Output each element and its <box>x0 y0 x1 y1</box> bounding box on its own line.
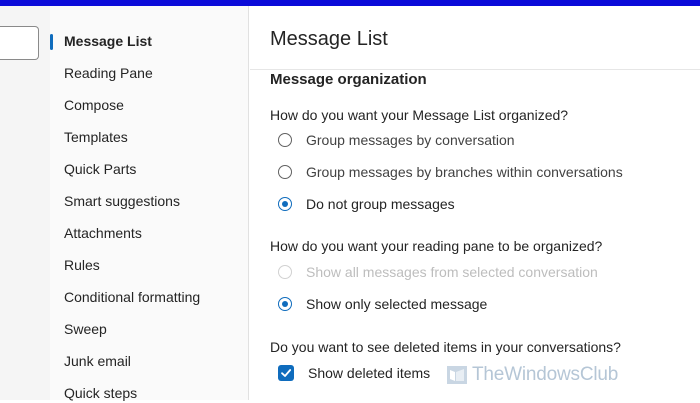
page-title: Message List <box>270 28 388 50</box>
nav-item-sweep[interactable]: Sweep <box>64 319 107 339</box>
watermark: TheWindowsClub <box>446 364 618 386</box>
nav-item-attachments[interactable]: Attachments <box>64 223 142 243</box>
checkbox-checked[interactable] <box>278 365 294 381</box>
nav-item-compose[interactable]: Compose <box>64 95 124 115</box>
nav-item-quick-parts[interactable]: Quick Parts <box>64 159 136 179</box>
nav-item-conditional-formatting[interactable]: Conditional formatting <box>64 287 200 307</box>
question-reading-pane-organization: How do you want your reading pane to be … <box>270 238 603 254</box>
question-message-list-organization: How do you want your Message List organi… <box>270 107 569 123</box>
question-deleted-items: Do you want to see deleted items in your… <box>270 339 621 355</box>
nav-item-smart-suggestions[interactable]: Smart suggestions <box>64 191 180 211</box>
radio-show-all-messages: Show all messages from selected conversa… <box>278 261 598 283</box>
radio-button[interactable] <box>278 165 292 179</box>
watermark-text: TheWindowsClub <box>472 364 619 385</box>
checkbox-show-deleted-items[interactable]: Show deleted items <box>278 362 430 384</box>
section-title: Message organization <box>270 71 427 88</box>
radio-label: Show all messages from selected conversa… <box>306 264 598 280</box>
radio-do-not-group[interactable]: Do not group messages <box>278 193 455 215</box>
nav-item-reading-pane[interactable]: Reading Pane <box>64 63 153 83</box>
radio-label: Do not group messages <box>306 196 455 212</box>
radio-button[interactable] <box>278 133 292 147</box>
radio-button-disabled <box>278 265 292 279</box>
nav-item-junk-email[interactable]: Junk email <box>64 351 131 371</box>
settings-nav: Message List Reading Pane Compose Templa… <box>50 6 249 403</box>
checkbox-label: Show deleted items <box>308 365 431 381</box>
checkmark-icon <box>281 369 292 377</box>
radio-label: Group messages by conversation <box>306 132 515 148</box>
nav-selected-indicator <box>50 34 53 50</box>
radio-group-by-conversation[interactable]: Group messages by conversation <box>278 129 515 151</box>
settings-content: Message List Message organization How do… <box>250 6 700 400</box>
radio-button-checked[interactable] <box>278 297 292 311</box>
nav-item-templates[interactable]: Templates <box>64 127 128 147</box>
left-rail-search-box[interactable] <box>0 26 39 60</box>
radio-label: Group messages by branches within conver… <box>306 164 623 180</box>
nav-item-quick-steps[interactable]: Quick steps <box>64 383 137 403</box>
radio-group-by-branches[interactable]: Group messages by branches within conver… <box>278 161 623 183</box>
radio-button-checked[interactable] <box>278 197 292 211</box>
windows-club-logo-icon <box>447 366 467 384</box>
nav-item-message-list[interactable]: Message List <box>64 31 152 51</box>
title-divider <box>250 69 700 70</box>
nav-item-rules[interactable]: Rules <box>64 255 100 275</box>
radio-label: Show only selected message <box>306 296 488 312</box>
left-rail <box>0 6 51 400</box>
radio-show-only-selected[interactable]: Show only selected message <box>278 293 487 315</box>
